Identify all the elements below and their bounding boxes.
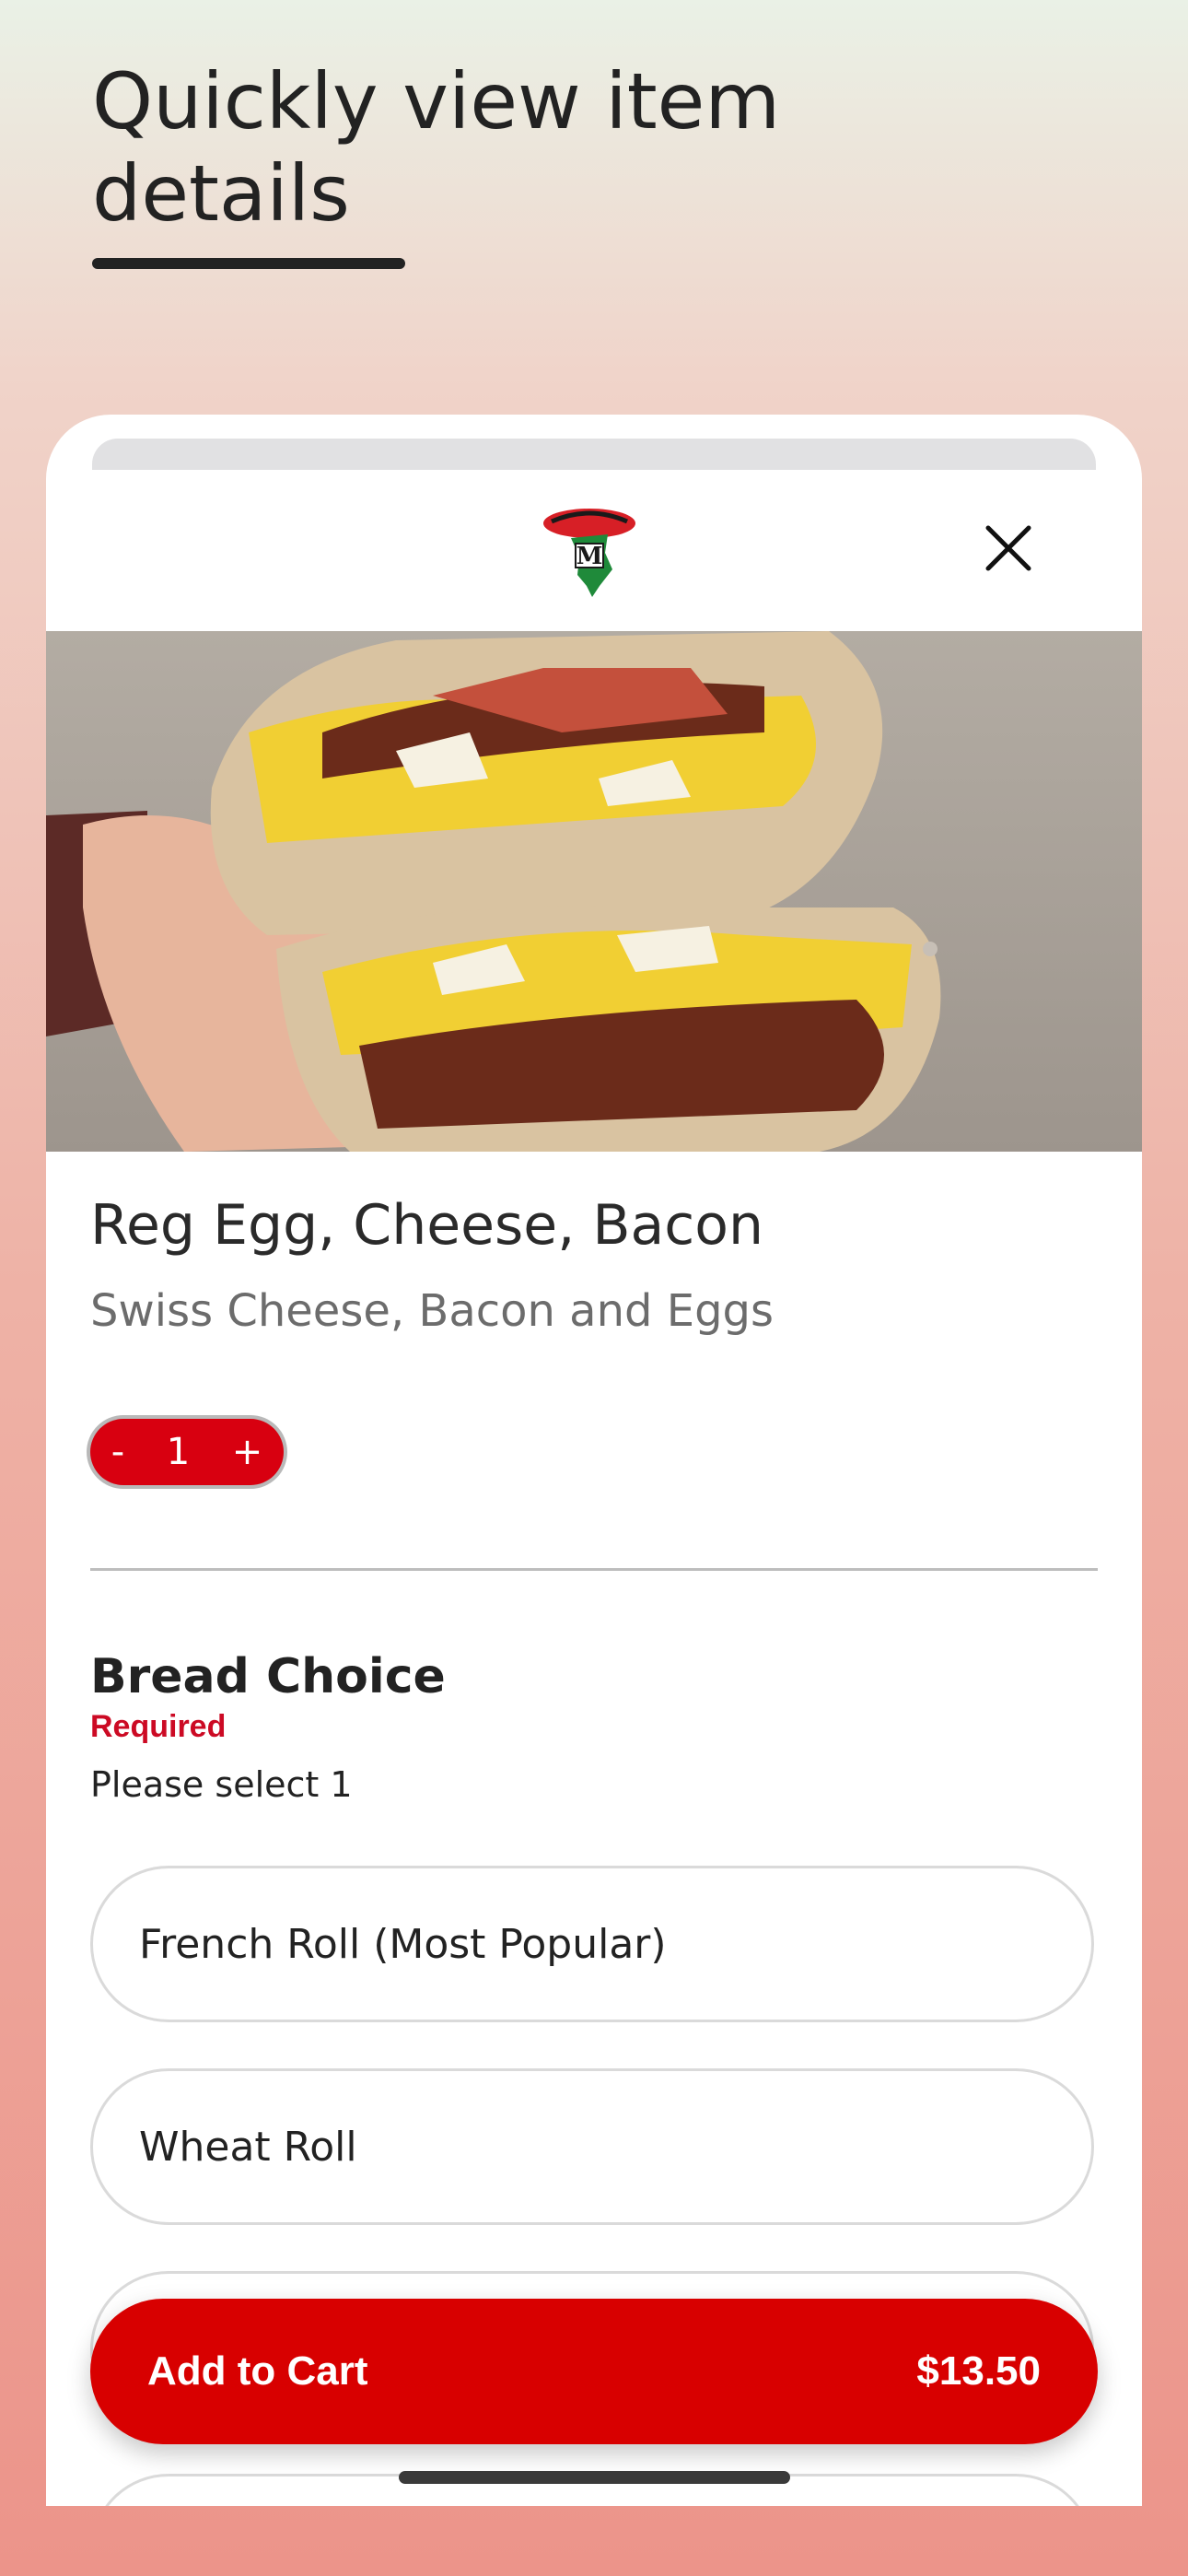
phone-frame: M Reg Egg, Cheese, Bacon Swiss Cheese, B… [46,415,1142,2506]
quantity-decrease-button[interactable]: - [106,1431,130,1473]
close-icon [985,525,1031,571]
bread-choice-title: Bread Choice [90,1649,446,1704]
mickeys-deli-logo: M [543,509,635,597]
quantity-increase-button[interactable]: + [227,1431,269,1473]
cart-price: $13.50 [916,2348,1041,2394]
sheet-handle-bar [92,439,1096,470]
add-to-cart-button[interactable]: Add to Cart $13.50 [90,2299,1098,2444]
required-label: Required [90,1709,227,1744]
logo-letter: M [577,543,603,570]
bread-option-wheat-roll[interactable]: Wheat Roll [90,2068,1094,2225]
item-name: Reg Egg, Cheese, Bacon [90,1193,764,1258]
option-label: French Roll (Most Popular) [139,1920,667,1968]
quantity-stepper: - 1 + [90,1419,284,1485]
quantity-value: 1 [166,1431,191,1473]
close-button[interactable] [976,516,1041,580]
page-headline: Quickly view item details [92,56,781,239]
bread-option-french-roll[interactable]: French Roll (Most Popular) [90,1866,1094,2022]
section-divider [90,1568,1098,1571]
item-description: Swiss Cheese, Bacon and Eggs [90,1285,775,1337]
item-image [46,631,1142,1152]
home-indicator[interactable] [399,2471,790,2484]
selection-hint: Please select 1 [90,1764,353,1805]
headline-underline [92,258,405,269]
add-to-cart-label: Add to Cart [147,2348,368,2394]
option-label: Wheat Roll [139,2123,357,2171]
